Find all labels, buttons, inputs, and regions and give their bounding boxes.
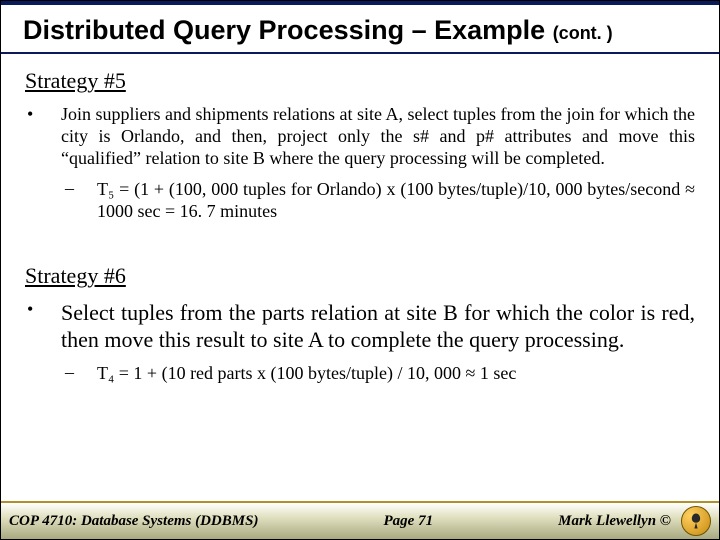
slide-title-main: Distributed Query Processing – Example xyxy=(23,15,553,45)
dash-marker: – xyxy=(61,178,97,199)
strategy5-bullet-text: Join suppliers and shipments relations a… xyxy=(61,104,695,170)
dash-marker: – xyxy=(61,362,97,383)
strategy6-sub: – T₄ = 1 + (10 red parts x (100 bytes/tu… xyxy=(61,362,695,385)
slide-body: Strategy #5 • Join suppliers and shipmen… xyxy=(1,54,719,384)
vertical-gap xyxy=(25,229,695,259)
bullet-marker: • xyxy=(25,299,61,320)
ucf-logo xyxy=(681,506,711,536)
strategy5-sub: – T₅ = (1 + (100, 000 tuples for Orlando… xyxy=(61,178,695,223)
strategy6-sub-text: T₄ = 1 + (10 red parts x (100 bytes/tupl… xyxy=(97,362,695,385)
strategy6-heading: Strategy #6 xyxy=(25,263,695,289)
strategy6-bullet: • Select tuples from the parts relation … xyxy=(25,299,695,354)
slide-title-cont: (cont. ) xyxy=(553,23,613,43)
footer-author: Mark Llewellyn © xyxy=(558,513,671,530)
bullet-marker: • xyxy=(25,104,61,125)
footer-course: COP 4710: Database Systems (DDBMS) xyxy=(9,513,258,530)
strategy5-sub-text: T₅ = (1 + (100, 000 tuples for Orlando) … xyxy=(97,178,695,223)
strategy5-heading: Strategy #5 xyxy=(25,68,695,94)
strategy5-bullet: • Join suppliers and shipments relations… xyxy=(25,104,695,170)
footer-bar: COP 4710: Database Systems (DDBMS) Page … xyxy=(1,501,719,539)
strategy6-bullet-text: Select tuples from the parts relation at… xyxy=(61,299,695,354)
footer-page: Page 71 xyxy=(384,513,434,530)
slide-title: Distributed Query Processing – Example (… xyxy=(1,5,719,54)
